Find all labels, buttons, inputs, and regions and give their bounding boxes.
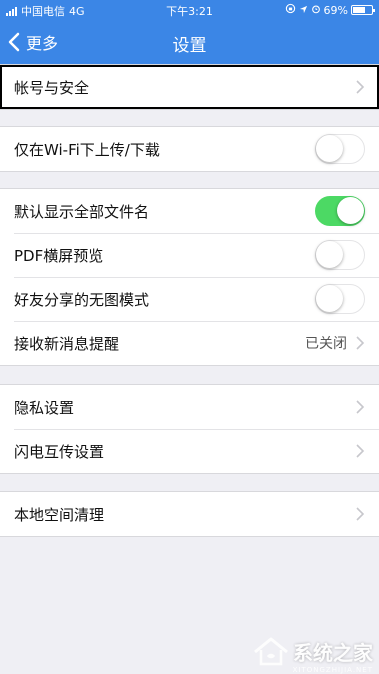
settings-item-label: PDF横屏预览: [14, 246, 104, 265]
settings-item-label: 帐号与安全: [14, 78, 90, 97]
battery-icon: [351, 5, 375, 15]
settings-item-label: 默认显示全部文件名: [14, 202, 150, 221]
page-title: 设置: [172, 36, 207, 56]
settings-item-label: 仅在Wi-Fi下上传/下载: [14, 140, 160, 159]
settings-item-account-security[interactable]: 帐号与安全: [0, 65, 379, 109]
settings-item-show-filenames: 默认显示全部文件名: [0, 189, 379, 233]
navigation-bar: 更多 设置: [0, 20, 379, 64]
chevron-right-icon: [356, 507, 365, 521]
settings-item-no-image-mode: 好友分享的无图模式: [0, 277, 379, 321]
settings-item-privacy[interactable]: 隐私设置: [0, 385, 379, 429]
settings-item-label: 闪电互传设置: [14, 442, 105, 461]
header: 中国电信 4G 下午3:21 69% 更多 设置: [0, 0, 379, 64]
time-label: 下午3:21: [166, 5, 213, 18]
toggle-switch[interactable]: [315, 284, 365, 314]
settings-item-label: 接收新消息提醒: [14, 334, 120, 353]
settings-item-message-alerts[interactable]: 接收新消息提醒 已关闭: [0, 321, 379, 365]
chevron-right-icon: [356, 444, 365, 458]
location-icon: [299, 4, 308, 17]
battery-percent: 69%: [323, 3, 348, 17]
alarm-icon: [311, 4, 321, 17]
toggle-switch[interactable]: [315, 134, 365, 164]
settings-item-flash-transfer[interactable]: 闪电互传设置: [0, 429, 379, 473]
house-logo-icon: [254, 637, 288, 666]
settings-item-wifi-only: 仅在Wi-Fi下上传/下载: [0, 127, 379, 171]
chevron-right-icon: [356, 336, 365, 350]
settings-item-local-cleanup[interactable]: 本地空间清理: [0, 492, 379, 536]
rotation-lock-icon: [285, 3, 296, 17]
settings-item-label: 本地空间清理: [14, 505, 105, 524]
chevron-right-icon: [356, 400, 365, 414]
settings-item-label: 好友分享的无图模式: [14, 290, 150, 309]
settings-group-display: 默认显示全部文件名 PDF横屏预览 好友分享的无图模式 接收新消息提醒 已关闭: [0, 188, 379, 366]
settings-item-value: 已关闭: [305, 336, 347, 352]
toggle-switch[interactable]: [315, 240, 365, 270]
settings-group-account: 帐号与安全: [0, 64, 379, 110]
watermark-subtext: XITONGZHIJIA.NET: [292, 666, 373, 674]
settings-item-pdf-landscape: PDF横屏预览: [0, 233, 379, 277]
settings-group-privacy: 隐私设置 闪电互传设置: [0, 384, 379, 474]
toggle-switch[interactable]: [315, 196, 365, 226]
settings-item-label: 隐私设置: [14, 398, 75, 417]
settings-group-transfer: 仅在Wi-Fi下上传/下载: [0, 126, 379, 172]
settings-group-storage: 本地空间清理: [0, 491, 379, 537]
status-bar: 中国电信 4G 下午3:21 69%: [0, 0, 379, 20]
chevron-right-icon: [356, 80, 365, 94]
watermark-text: 系统之家: [293, 640, 373, 665]
watermark: 系统之家 XITONGZHIJIA.NET: [253, 636, 373, 674]
